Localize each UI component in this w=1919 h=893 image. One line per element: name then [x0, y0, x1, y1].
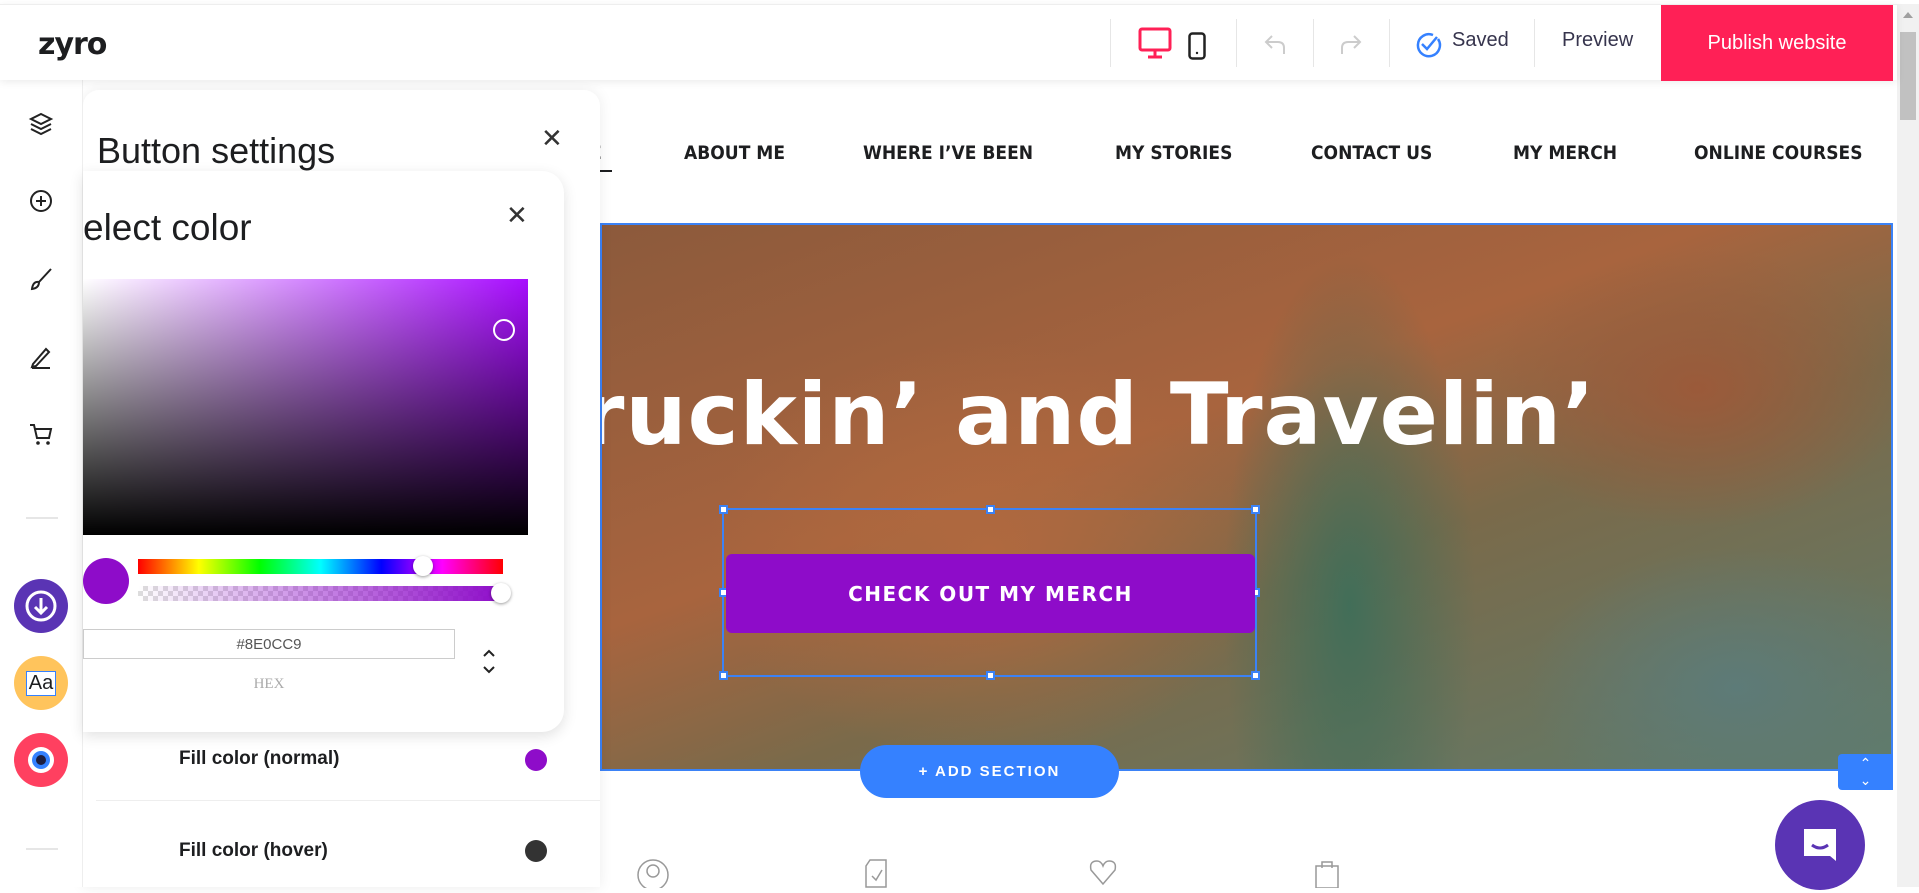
user-icon — [636, 858, 670, 893]
saved-check-icon — [1414, 31, 1442, 64]
brush-icon[interactable] — [26, 264, 56, 294]
select-color-popup: elect color ✕ HEX — [83, 171, 564, 732]
shopping-bag-icon — [1314, 858, 1340, 893]
nav-item-my-stories[interactable]: MY STORIES — [1115, 142, 1232, 164]
nav-item-about-me[interactable]: ABOUT ME — [684, 142, 785, 164]
hero-section[interactable]: ruckin’ and Travelin’ — [600, 223, 1893, 771]
page-scrollbar[interactable] — [1897, 4, 1919, 887]
nav-item-contact-us[interactable]: CONTACT US — [1311, 142, 1432, 164]
divider — [26, 517, 58, 519]
fill-color-hover-label: Fill color (hover) — [179, 840, 328, 861]
color-cursor[interactable] — [493, 319, 515, 341]
hue-slider-handle[interactable] — [413, 556, 433, 576]
opacity-slider-handle[interactable] — [491, 583, 511, 603]
pen-icon[interactable] — [26, 342, 56, 372]
resize-handle[interactable] — [1251, 671, 1260, 680]
picker-title: elect color — [83, 207, 252, 248]
divider — [1389, 19, 1390, 67]
resize-handle[interactable] — [719, 505, 728, 514]
document-check-icon — [864, 858, 890, 893]
format-toggle-chevrons-icon[interactable] — [481, 647, 497, 682]
scroll-up-arrow[interactable] — [1903, 12, 1913, 18]
redo-icon[interactable] — [1339, 33, 1363, 60]
hero-title[interactable]: ruckin’ and Travelin’ — [602, 365, 1596, 465]
check-out-my-merch-button[interactable]: CHECK OUT MY MERCH — [726, 554, 1255, 633]
add-circle-icon[interactable] — [26, 186, 56, 216]
heart-icon — [1088, 858, 1118, 891]
typography-icon[interactable]: Aa — [14, 656, 68, 710]
fill-color-hover-swatch[interactable] — [525, 840, 547, 862]
add-section-button[interactable]: + ADD SECTION — [860, 745, 1119, 798]
layers-icon[interactable] — [26, 109, 56, 139]
divider — [1110, 19, 1111, 67]
fill-color-normal-swatch[interactable] — [525, 749, 547, 771]
divider — [1313, 19, 1314, 67]
hex-input[interactable] — [83, 629, 455, 659]
top-bar: zyro Saved Preview Publish website — [0, 4, 1897, 81]
divider — [96, 800, 600, 801]
nav-item-where-ive-been[interactable]: WHERE I’VE BEEN — [863, 142, 1033, 164]
close-icon[interactable]: ✕ — [541, 124, 563, 154]
divider — [1534, 19, 1535, 67]
divider — [26, 848, 58, 850]
close-picker-icon[interactable]: ✕ — [506, 201, 528, 231]
current-color-swatch — [83, 558, 129, 604]
resize-handle[interactable] — [1251, 505, 1260, 514]
desktop-view-icon[interactable] — [1138, 27, 1172, 64]
panel-title: Button settings — [97, 130, 336, 171]
preview-eye-icon[interactable] — [14, 733, 68, 787]
scrollbar-thumb[interactable] — [1900, 32, 1916, 120]
chat-support-icon[interactable] — [1775, 800, 1865, 890]
opacity-slider[interactable] — [138, 583, 511, 603]
divider — [1236, 19, 1237, 67]
publish-website-button[interactable]: Publish website — [1661, 5, 1893, 81]
preview-button[interactable]: Preview — [1562, 29, 1633, 52]
mobile-view-icon[interactable] — [1188, 32, 1206, 65]
resize-handle[interactable] — [986, 505, 995, 514]
saturation-brightness-area[interactable] — [83, 279, 528, 535]
undo-icon[interactable] — [1263, 33, 1287, 60]
resize-handle[interactable] — [986, 671, 995, 680]
nav-item-online-courses[interactable]: ONLINE COURSES — [1694, 142, 1863, 164]
color-format-label: HEX — [253, 676, 285, 692]
left-toolbar: Aa — [0, 80, 83, 887]
saved-status: Saved — [1452, 29, 1509, 51]
cart-icon[interactable] — [26, 419, 56, 449]
fill-color-normal-label: Fill color (normal) — [179, 748, 340, 769]
nav-item-my-merch[interactable]: MY MERCH — [1513, 142, 1617, 164]
reorder-section-icon[interactable]: ⌃ ⌄ — [1838, 754, 1893, 790]
zyro-logo[interactable]: zyro — [38, 27, 107, 62]
import-download-icon[interactable] — [14, 579, 68, 633]
resize-handle[interactable] — [719, 671, 728, 680]
hue-slider[interactable] — [138, 556, 503, 576]
